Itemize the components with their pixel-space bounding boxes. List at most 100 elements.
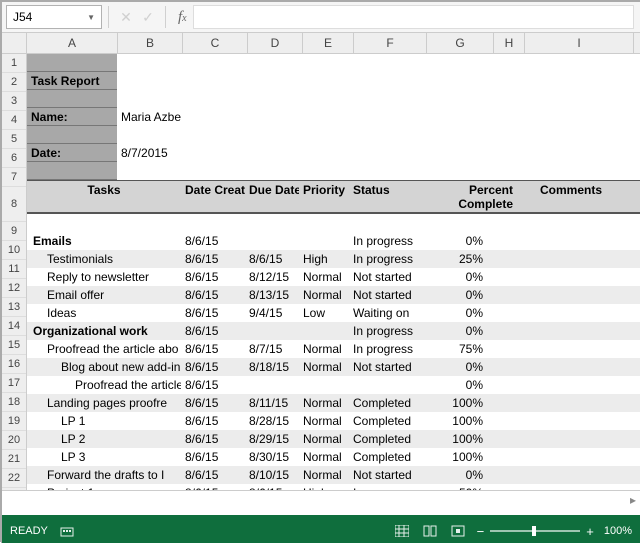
task-cell[interactable]: Proofread the article abo <box>27 340 181 358</box>
task-cell[interactable]: Email offer <box>27 286 181 304</box>
due-cell[interactable]: 8/13/15 <box>245 286 299 304</box>
created-cell[interactable]: 8/6/15 <box>181 286 245 304</box>
cell[interactable] <box>487 250 517 268</box>
priority-cell[interactable] <box>299 232 349 250</box>
cell[interactable] <box>487 340 517 358</box>
table-row[interactable]: Email offer8/6/158/13/15NormalNot starte… <box>27 286 640 304</box>
priority-cell[interactable]: Low <box>299 304 349 322</box>
status-cell[interactable]: Completed <box>349 448 421 466</box>
hdr-status[interactable]: Status <box>349 181 421 215</box>
row-header[interactable]: 10 <box>2 241 26 260</box>
priority-cell[interactable]: Normal <box>299 394 349 412</box>
cell[interactable] <box>487 322 517 340</box>
row-header[interactable]: 16 <box>2 355 26 374</box>
created-cell[interactable]: 8/6/15 <box>181 304 245 322</box>
status-cell[interactable]: Not started <box>349 466 421 484</box>
created-cell[interactable]: 8/6/15 <box>181 322 245 340</box>
due-cell[interactable]: 8/18/15 <box>245 358 299 376</box>
col-header-F[interactable]: F <box>354 33 427 53</box>
status-cell[interactable]: Completed <box>349 412 421 430</box>
cell[interactable] <box>27 162 117 180</box>
priority-cell[interactable]: Normal <box>299 448 349 466</box>
due-cell[interactable]: 8/30/15 <box>245 448 299 466</box>
table-row[interactable]: Testimonials8/6/158/6/15HighIn progress2… <box>27 250 640 268</box>
row-header[interactable]: 1 <box>2 54 26 73</box>
row-header[interactable]: 18 <box>2 393 26 412</box>
row-header[interactable]: 6 <box>2 149 26 168</box>
row-header[interactable]: 9 <box>2 222 26 241</box>
name-box[interactable]: J54 ▼ <box>6 5 102 29</box>
created-cell[interactable]: 8/6/15 <box>181 376 245 394</box>
select-all-corner[interactable] <box>2 33 27 53</box>
normal-view-icon[interactable] <box>393 522 411 540</box>
formula-input[interactable] <box>193 5 634 29</box>
percent-cell[interactable]: 0% <box>421 304 487 322</box>
task-cell[interactable]: LP 1 <box>27 412 181 430</box>
fx-icon[interactable]: fx <box>178 9 187 26</box>
name-value[interactable]: Maria Azbel <box>117 108 181 126</box>
cell[interactable] <box>487 394 517 412</box>
row-header[interactable]: 17 <box>2 374 26 393</box>
due-cell[interactable]: 9/4/15 <box>245 304 299 322</box>
created-cell[interactable]: 8/6/15 <box>181 466 245 484</box>
header-comments[interactable]: Comments <box>517 181 625 215</box>
priority-cell[interactable]: Normal <box>299 268 349 286</box>
percent-cell[interactable]: 0% <box>421 322 487 340</box>
cell[interactable] <box>27 54 117 72</box>
status-cell[interactable]: Not started <box>349 358 421 376</box>
created-cell[interactable]: 8/6/15 <box>181 358 245 376</box>
hdr-percent[interactable]: Percent Complete <box>421 181 517 215</box>
row-header[interactable]: 20 <box>2 431 26 450</box>
percent-cell[interactable]: 0% <box>421 286 487 304</box>
cell[interactable] <box>27 126 117 144</box>
cell[interactable] <box>487 430 517 448</box>
priority-cell[interactable]: Normal <box>299 358 349 376</box>
row-header[interactable]: 2 <box>2 73 26 92</box>
row-header[interactable]: 5 <box>2 130 26 149</box>
percent-cell[interactable]: 25% <box>421 250 487 268</box>
zoom-in-button[interactable]: + <box>586 524 594 539</box>
comments-cell[interactable] <box>517 232 625 250</box>
status-cell[interactable]: Waiting on <box>349 304 421 322</box>
hdr-due[interactable]: Due Date <box>245 181 299 215</box>
table-row[interactable]: Proofread the article abo8/6/158/7/15Nor… <box>27 340 640 358</box>
cell[interactable] <box>487 286 517 304</box>
due-cell[interactable]: 8/7/15 <box>245 340 299 358</box>
percent-cell[interactable]: 100% <box>421 448 487 466</box>
table-row[interactable]: LP 18/6/158/28/15NormalCompleted100% <box>27 412 640 430</box>
comments-cell[interactable] <box>517 394 625 412</box>
comments-cell[interactable] <box>517 322 625 340</box>
comments-cell[interactable] <box>517 430 625 448</box>
created-cell[interactable]: 8/6/15 <box>181 340 245 358</box>
percent-cell[interactable]: 75% <box>421 340 487 358</box>
task-cell[interactable]: LP 3 <box>27 448 181 466</box>
priority-cell[interactable]: High <box>299 250 349 268</box>
table-row[interactable]: LP 28/6/158/29/15NormalCompleted100% <box>27 430 640 448</box>
comments-cell[interactable] <box>517 286 625 304</box>
due-cell[interactable]: 8/10/15 <box>245 466 299 484</box>
comments-cell[interactable] <box>517 412 625 430</box>
spreadsheet-grid[interactable]: 123456789101112131415161718192021222324 … <box>2 54 640 490</box>
zoom-out-button[interactable]: − <box>477 524 485 539</box>
status-cell[interactable]: Completed <box>349 394 421 412</box>
row-header[interactable]: 21 <box>2 450 26 469</box>
status-cell[interactable]: Not started <box>349 268 421 286</box>
cell[interactable] <box>487 376 517 394</box>
status-cell[interactable]: In progress <box>349 250 421 268</box>
status-cell[interactable]: In progress <box>349 232 421 250</box>
table-row[interactable]: LP 38/6/158/30/15NormalCompleted100% <box>27 448 640 466</box>
status-cell[interactable]: In progress <box>349 340 421 358</box>
priority-cell[interactable] <box>299 376 349 394</box>
page-layout-view-icon[interactable] <box>421 522 439 540</box>
comments-cell[interactable] <box>517 304 625 322</box>
priority-cell[interactable] <box>299 322 349 340</box>
row-header[interactable]: 3 <box>2 92 26 111</box>
status-cell[interactable]: Completed <box>349 430 421 448</box>
table-row[interactable]: Blog about new add-in8/6/158/18/15Normal… <box>27 358 640 376</box>
table-row[interactable]: Forward the drafts to I8/6/158/10/15Norm… <box>27 466 640 484</box>
percent-cell[interactable]: 100% <box>421 430 487 448</box>
macro-icon[interactable] <box>58 522 76 540</box>
percent-cell[interactable]: 0% <box>421 376 487 394</box>
table-row[interactable]: Reply to newsletter8/6/158/12/15NormalNo… <box>27 268 640 286</box>
table-row[interactable]: Emails8/6/15In progress0% <box>27 232 640 250</box>
